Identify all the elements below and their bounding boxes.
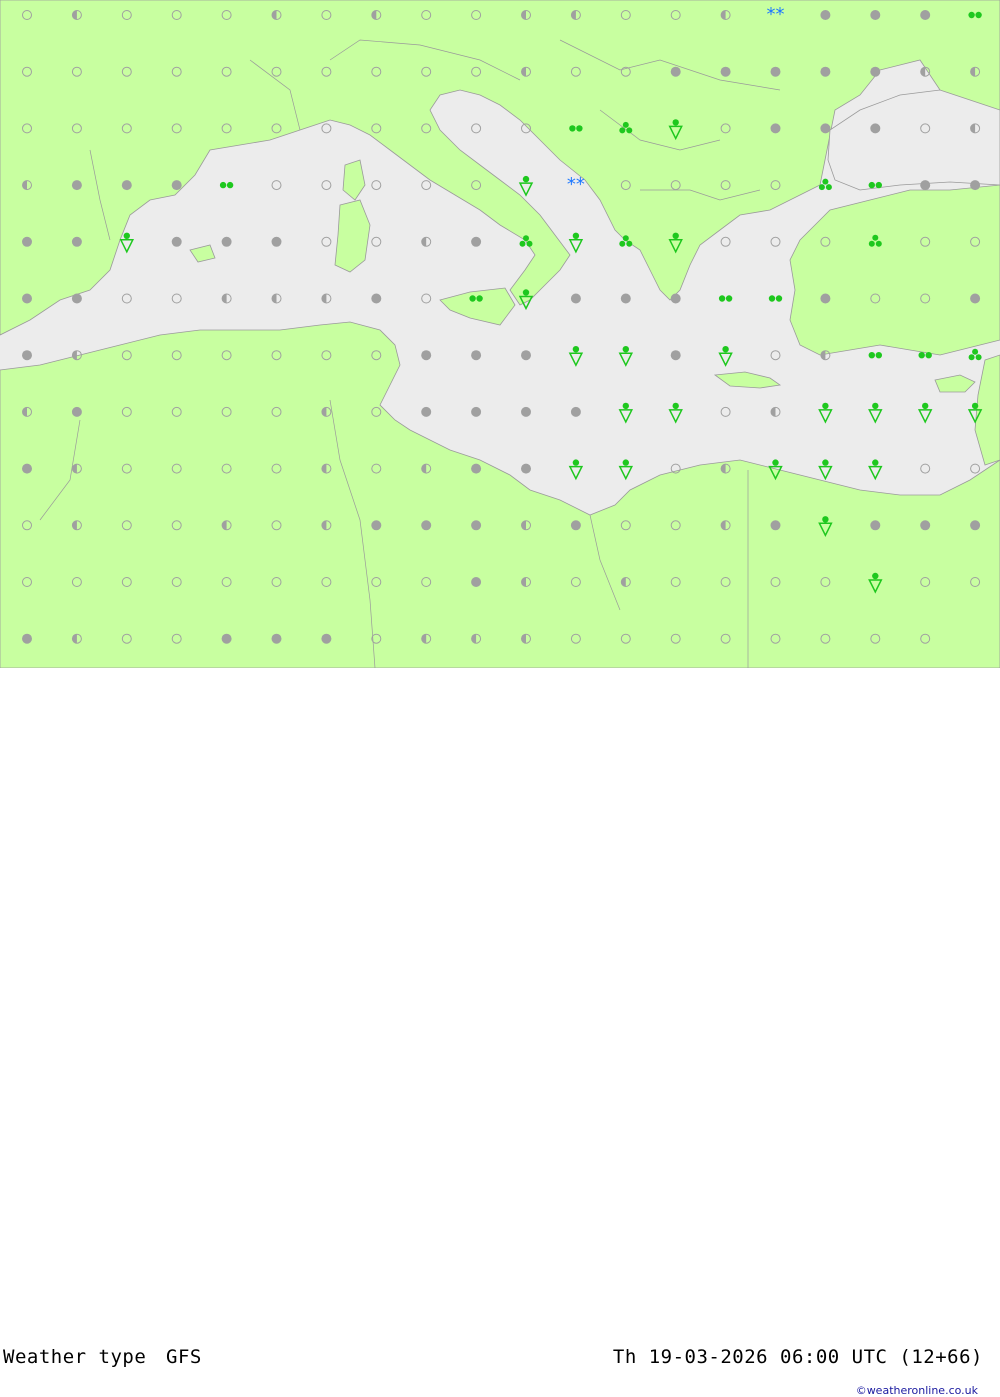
- overcast-symbol: [920, 10, 931, 20]
- overcast-symbol: [471, 350, 482, 361]
- overcast-symbol: [22, 350, 32, 361]
- overcast-symbol: [820, 10, 831, 20]
- overcast-symbol: [71, 406, 82, 417]
- overcast-symbol: [471, 520, 482, 531]
- overcast-symbol: [570, 520, 581, 531]
- overcast-symbol: [870, 520, 881, 531]
- overcast-symbol: [22, 633, 32, 644]
- snow-symbol: **: [767, 4, 785, 25]
- overcast-symbol: [820, 293, 831, 304]
- overcast-symbol: [22, 293, 32, 304]
- overcast-symbol: [321, 633, 332, 644]
- overcast-symbol: [770, 520, 781, 531]
- overcast-symbol: [820, 66, 831, 77]
- overcast-symbol: [221, 633, 232, 644]
- svg-text:**: **: [767, 4, 785, 25]
- overcast-symbol: [720, 66, 731, 77]
- overcast-symbol: [271, 633, 282, 644]
- overcast-symbol: [471, 577, 482, 587]
- map-footer: Weather type GFS Th 19-03-2026 06:00 UTC…: [0, 668, 1000, 1397]
- overcast-symbol: [421, 520, 432, 531]
- overcast-symbol: [670, 350, 681, 361]
- overcast-symbol: [421, 406, 432, 417]
- overcast-symbol: [570, 406, 581, 417]
- overcast-symbol: [71, 180, 82, 191]
- weather-map: ** **: [0, 0, 1000, 669]
- overcast-symbol: [521, 463, 531, 474]
- overcast-symbol: [870, 66, 881, 77]
- overcast-symbol: [770, 123, 781, 134]
- overcast-symbol: [22, 236, 32, 247]
- overcast-symbol: [371, 293, 382, 304]
- overcast-symbol: [870, 123, 881, 134]
- credit-link[interactable]: ©weatheronline.co.uk: [856, 1384, 978, 1397]
- overcast-symbol: [521, 350, 531, 361]
- overcast-symbol: [71, 293, 82, 304]
- snow-symbol: **: [567, 174, 585, 195]
- overcast-symbol: [221, 236, 232, 247]
- overcast-symbol: [870, 10, 881, 20]
- overcast-symbol: [620, 293, 631, 304]
- chart-title: Weather type: [3, 1346, 147, 1368]
- svg-text:**: **: [567, 174, 585, 195]
- overcast-symbol: [521, 406, 531, 417]
- overcast-symbol: [970, 180, 981, 191]
- overcast-symbol: [920, 520, 931, 531]
- overcast-symbol: [471, 236, 482, 247]
- overcast-symbol: [471, 463, 482, 474]
- overcast-symbol: [171, 180, 182, 191]
- overcast-symbol: [71, 236, 82, 247]
- overcast-symbol: [371, 520, 382, 531]
- overcast-symbol: [171, 236, 182, 247]
- model-name: GFS: [166, 1346, 202, 1368]
- overcast-symbol: [570, 293, 581, 304]
- overcast-symbol: [271, 236, 282, 247]
- overcast-symbol: [471, 406, 482, 417]
- overcast-symbol: [970, 520, 981, 531]
- valid-time: Th 19-03-2026 06:00 UTC (12+66): [612, 1346, 983, 1368]
- overcast-symbol: [121, 180, 132, 191]
- map-canvas: ** **: [0, 0, 1000, 669]
- overcast-symbol: [970, 293, 981, 304]
- overcast-symbol: [820, 123, 831, 134]
- overcast-symbol: [421, 350, 432, 361]
- overcast-symbol: [770, 66, 781, 77]
- overcast-symbol: [920, 180, 931, 191]
- overcast-symbol: [670, 66, 681, 77]
- overcast-symbol: [22, 463, 32, 474]
- overcast-symbol: [670, 293, 681, 304]
